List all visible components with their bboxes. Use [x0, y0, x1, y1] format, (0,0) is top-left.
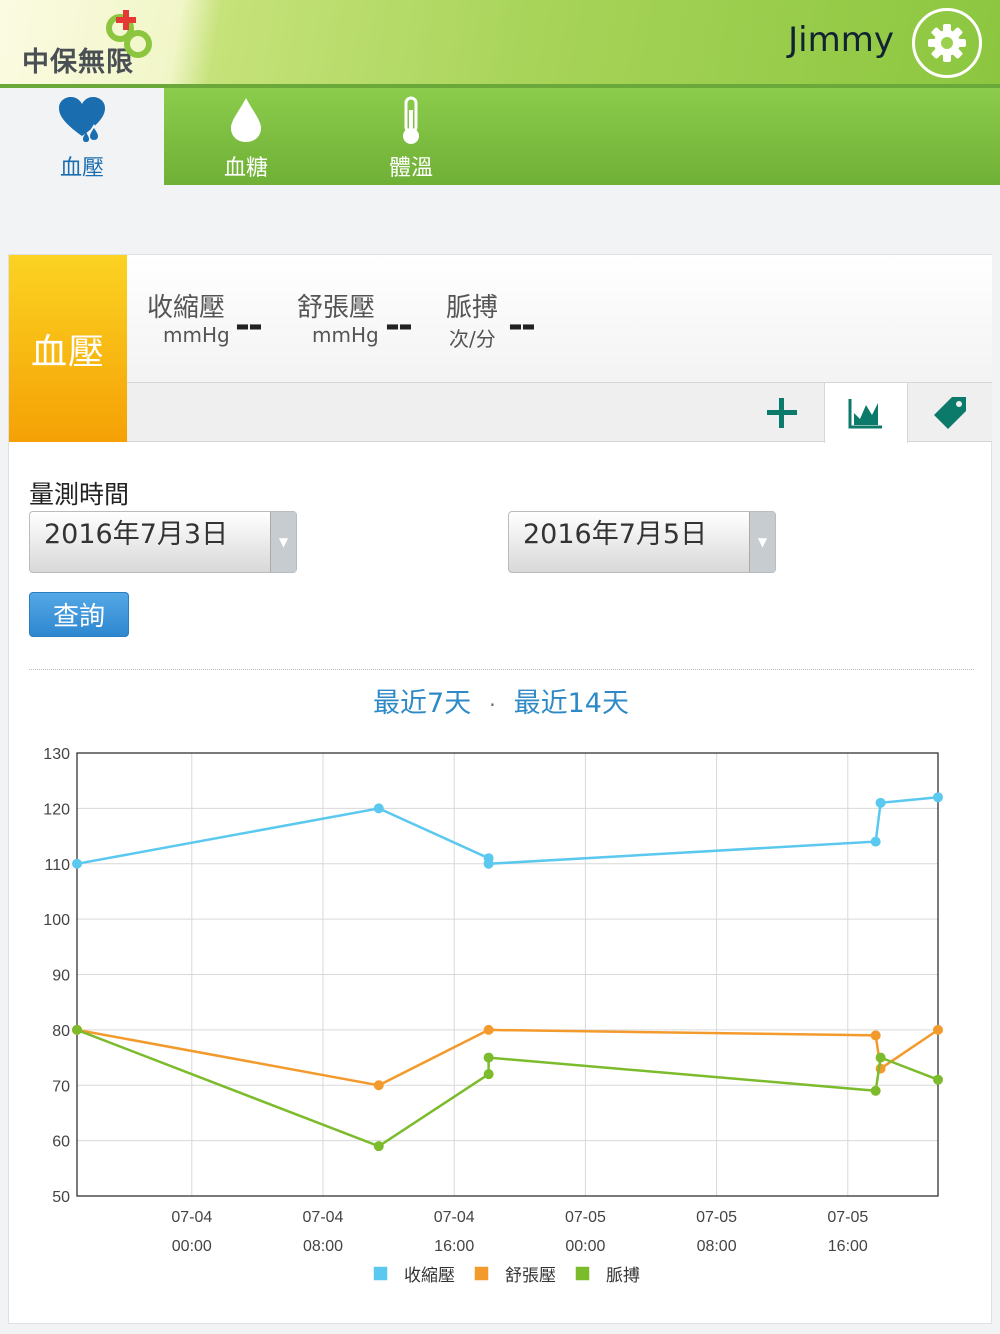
data-point	[483, 1052, 494, 1063]
data-point	[373, 1080, 384, 1091]
data-point	[72, 858, 82, 869]
y-tick-label: 120	[43, 801, 70, 818]
y-tick-label: 80	[52, 1023, 70, 1040]
legend-swatch	[574, 1265, 591, 1282]
legend-swatch	[372, 1265, 389, 1282]
x-tick-date: 07-05	[565, 1209, 606, 1226]
data-point	[875, 1052, 886, 1063]
y-tick-label: 110	[44, 857, 70, 874]
data-point	[933, 1024, 943, 1035]
blood-pressure-chart: 130 120 110 100 90 80 70 60 50 07-04 00:00 07-04 08:…	[43, 746, 943, 1286]
x-tick-time: 08:00	[303, 1238, 343, 1255]
y-tick-label: 60	[52, 1134, 70, 1151]
data-point	[933, 1074, 943, 1085]
data-point	[933, 792, 943, 803]
y-tick-label: 100	[43, 912, 70, 929]
x-tick-date: 07-04	[434, 1209, 475, 1226]
data-point	[72, 1024, 82, 1035]
data-point	[483, 1024, 494, 1035]
y-tick-label: 90	[52, 968, 70, 985]
y-tick-label: 70	[52, 1078, 70, 1095]
data-point	[483, 858, 494, 869]
legend-swatch	[473, 1265, 490, 1282]
y-tick-label: 50	[52, 1189, 70, 1206]
legend-label: 收縮壓	[404, 1266, 455, 1286]
x-tick-date: 07-04	[303, 1209, 344, 1226]
x-tick-date: 07-05	[827, 1209, 868, 1226]
x-tick-time: 16:00	[828, 1238, 868, 1255]
legend-label: 舒張壓	[505, 1266, 556, 1286]
data-point	[373, 803, 384, 814]
x-tick-date: 07-04	[171, 1209, 212, 1226]
x-tick-date: 07-05	[696, 1209, 737, 1226]
legend-label: 脈搏	[606, 1266, 640, 1286]
x-tick-time: 08:00	[697, 1238, 737, 1255]
data-point	[875, 797, 886, 808]
data-point	[870, 836, 881, 847]
x-tick-time: 16:00	[434, 1238, 474, 1255]
y-tick-label: 130	[43, 746, 70, 763]
data-point	[870, 1085, 881, 1096]
x-tick-time: 00:00	[172, 1238, 212, 1255]
data-point	[483, 1069, 494, 1080]
data-point	[870, 1030, 881, 1041]
x-tick-time: 00:00	[565, 1238, 605, 1255]
data-point	[373, 1141, 384, 1152]
